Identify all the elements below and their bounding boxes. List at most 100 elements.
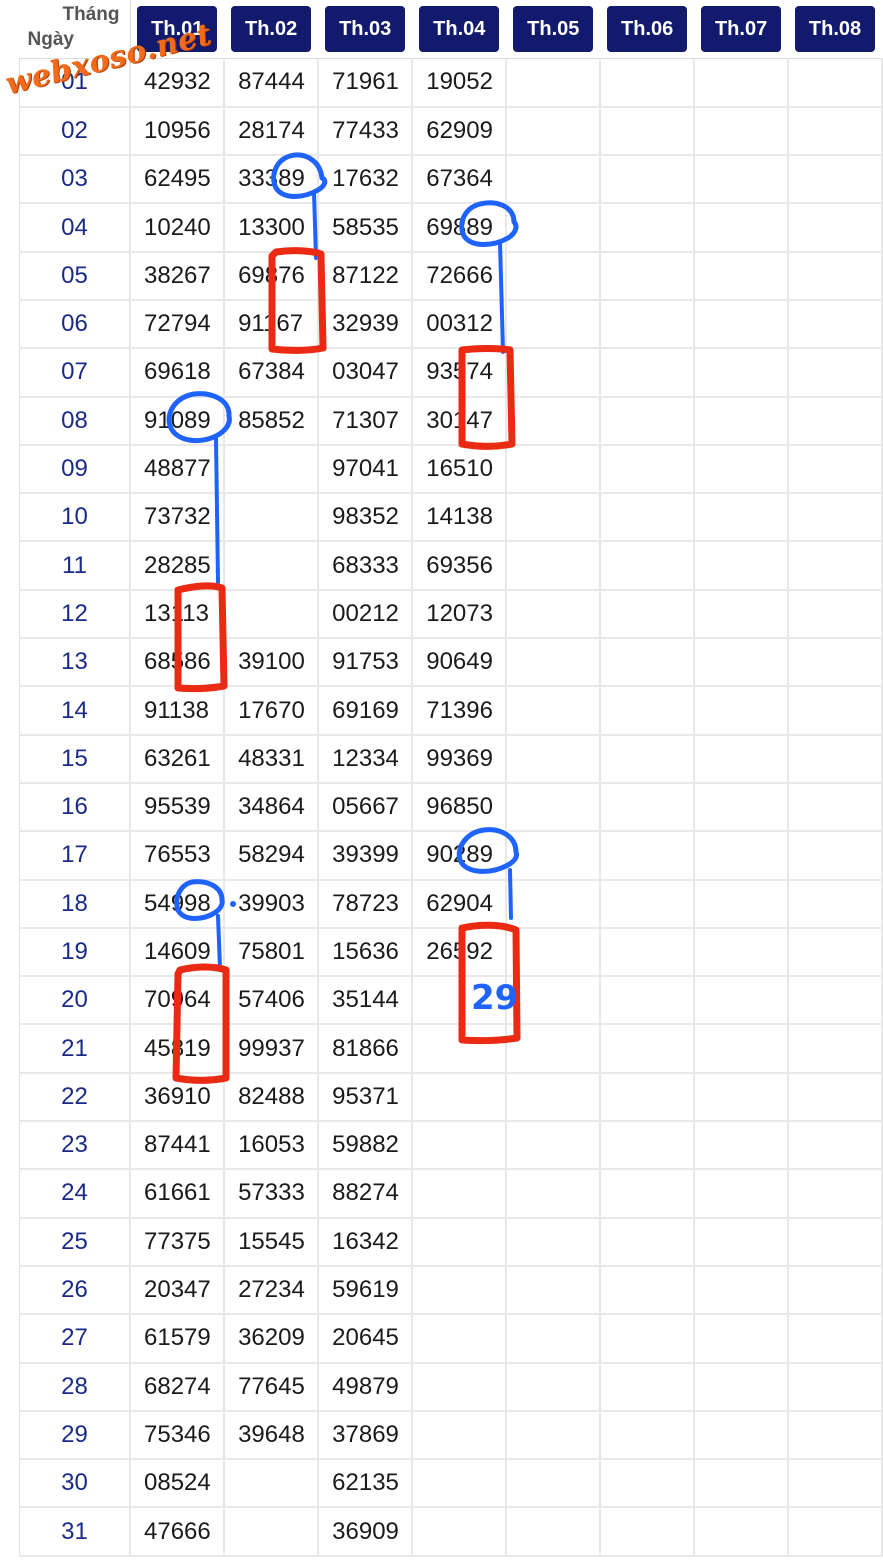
day-cell: 02 [19, 106, 131, 157]
result-cell: 47666 [130, 1507, 226, 1557]
result-cell: 87122 [318, 251, 414, 301]
result-cell [694, 155, 790, 205]
result-cell [506, 493, 602, 543]
result-cell: 45819 [130, 1024, 226, 1074]
table-row: 29 75346 39648 37869 [19, 1410, 883, 1461]
result-cell: 73732 [130, 493, 226, 543]
month-header-cell: Th.03 [318, 0, 413, 59]
day-cell: 07 [19, 348, 131, 398]
result-cell [788, 782, 883, 833]
table-row: 17 76553 58294 39399 90289 [19, 831, 883, 881]
result-cell: 75346 [130, 1410, 226, 1461]
result-cell [600, 589, 696, 640]
result-cell [694, 686, 790, 736]
result-cell [788, 1121, 883, 1171]
result-cell: 98352 [318, 493, 414, 543]
result-cell [694, 782, 790, 833]
result-cell [694, 58, 790, 108]
result-cell [506, 1362, 602, 1412]
result-cell: 28174 [224, 106, 320, 157]
result-cell [788, 106, 883, 157]
result-cell: 30147 [412, 396, 508, 446]
day-cell: 13 [19, 638, 131, 688]
result-cell [412, 1410, 508, 1461]
result-cell: 95371 [318, 1072, 414, 1123]
result-cell: 88274 [318, 1169, 414, 1219]
table-row: 22 36910 82488 95371 [19, 1072, 883, 1123]
result-cell: 39648 [224, 1410, 320, 1461]
result-cell [600, 251, 696, 301]
day-cell: 18 [19, 879, 131, 929]
table-row: 16 95539 34864 05667 96850 [19, 782, 883, 833]
month-button-th03[interactable]: Th.03 [325, 6, 406, 52]
result-cell [694, 589, 790, 640]
result-cell [788, 976, 883, 1026]
result-cell: 35144 [318, 976, 414, 1026]
day-cell: 20 [19, 976, 131, 1026]
result-cell [506, 1314, 602, 1364]
result-cell: 61579 [130, 1314, 226, 1364]
result-cell: 72794 [130, 299, 226, 350]
result-cell [788, 1314, 883, 1364]
table-row: 13 68586 39100 91753 90649 [19, 638, 883, 688]
result-cell: 62904 [412, 879, 508, 929]
result-cell [788, 1410, 883, 1461]
result-cell: 16342 [318, 1217, 414, 1267]
result-cell: 59882 [318, 1121, 414, 1171]
table-row: 18 54998 39903 78723 62904 [19, 879, 883, 929]
result-cell: 58535 [318, 203, 414, 253]
month-header-cell: Th.08 [788, 0, 882, 59]
month-button-th05[interactable]: Th.05 [513, 6, 594, 52]
result-cell [788, 1024, 883, 1074]
day-cell: 01 [19, 58, 131, 108]
result-cell: 77375 [130, 1217, 226, 1267]
result-cell [788, 879, 883, 929]
result-cell [788, 493, 883, 543]
result-cell: 68333 [318, 541, 414, 591]
result-cell: 32939 [318, 299, 414, 350]
month-button-th02[interactable]: Th.02 [231, 6, 312, 52]
result-cell: 99937 [224, 1024, 320, 1074]
result-cell [412, 1169, 508, 1219]
result-cell [694, 1121, 790, 1171]
table-row: 26 20347 27234 59619 [19, 1265, 883, 1316]
result-cell [694, 1507, 790, 1557]
table-row: 25 77375 15545 16342 [19, 1217, 883, 1267]
result-cell [506, 734, 602, 784]
result-cell: 62495 [130, 155, 226, 205]
day-cell: 24 [19, 1169, 131, 1219]
result-cell [694, 976, 790, 1026]
result-cell: 87441 [130, 1121, 226, 1171]
result-cell: 77645 [224, 1362, 320, 1412]
result-cell: 37869 [318, 1410, 414, 1461]
result-cell [506, 58, 602, 108]
result-cell [600, 1314, 696, 1364]
result-cell: 87444 [224, 58, 320, 108]
result-cell: 90289 [412, 831, 508, 881]
result-cell [694, 106, 790, 157]
month-button-th04[interactable]: Th.04 [419, 6, 500, 52]
result-cell [600, 734, 696, 784]
result-cell: 68586 [130, 638, 226, 688]
result-cell: 97041 [318, 444, 414, 495]
corner-header: Tháng Ngày [19, 0, 131, 59]
result-cell: 67384 [224, 348, 320, 398]
month-header-cell: Th.02 [224, 0, 319, 59]
result-cell [506, 1410, 602, 1461]
day-cell: 30 [19, 1459, 131, 1509]
month-button-th01[interactable]: Th.01 [137, 6, 218, 52]
month-button-th07[interactable]: Th.07 [701, 6, 782, 52]
result-cell: 17670 [224, 686, 320, 736]
result-cell: 69356 [412, 541, 508, 591]
result-cell: 67364 [412, 155, 508, 205]
month-button-th06[interactable]: Th.06 [607, 6, 688, 52]
result-cell: 75801 [224, 927, 320, 978]
result-cell [600, 782, 696, 833]
result-cell [694, 927, 790, 978]
result-cell: 15636 [318, 927, 414, 978]
month-button-th08[interactable]: Th.08 [795, 6, 876, 52]
month-header-cell: Th.05 [506, 0, 601, 59]
day-cell: 06 [19, 299, 131, 350]
result-cell: 58294 [224, 831, 320, 881]
result-cell [788, 299, 883, 350]
